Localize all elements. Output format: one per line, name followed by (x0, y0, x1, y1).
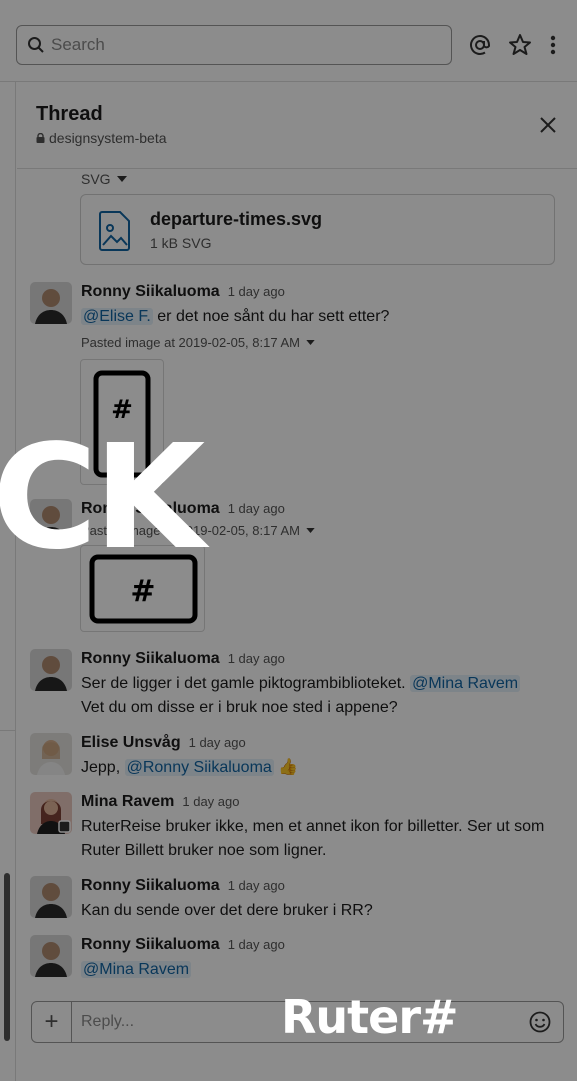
message-time[interactable]: 1 day ago (228, 878, 285, 893)
file-type-text: SVG (81, 171, 111, 187)
avatar[interactable] (30, 876, 72, 918)
top-bar: Search (0, 0, 577, 82)
message-time[interactable]: 1 day ago (228, 937, 285, 952)
thread-panel: Thread designsystem-beta SVG departure-t… (17, 82, 577, 1081)
message-author[interactable]: Ronny Siikaluoma 1 day ago (81, 650, 285, 668)
overlay-text: CK (0, 413, 205, 581)
message-author[interactable]: Ronny Siikaluoma 1 day ago (81, 283, 285, 301)
message-author[interactable]: Mina Ravem 1 day ago (81, 793, 239, 811)
reply-input[interactable]: Reply... (81, 1013, 134, 1031)
search-placeholder: Search (51, 35, 105, 54)
caret-down-icon (116, 176, 127, 182)
search-input[interactable]: Search (16, 25, 452, 65)
thumbs-up-emoji: 👍 (278, 759, 299, 776)
thread-title: Thread (36, 103, 103, 125)
message-time[interactable]: 1 day ago (228, 284, 285, 299)
message-text: RuterReise bruker ikke, men et annet iko… (81, 818, 545, 859)
mention[interactable]: @Elise F. (81, 308, 153, 325)
message-text: Ser de ligger i det gamle piktogrambibli… (81, 675, 521, 716)
message-time[interactable]: 1 day ago (228, 651, 285, 666)
scrollbar[interactable] (4, 873, 10, 1041)
file-name: departure-times.svg (150, 209, 323, 229)
message-text: Kan du sende over det dere bruker i RR? (81, 902, 373, 919)
thread-header: Thread designsystem-beta (17, 82, 577, 169)
message-author[interactable]: Ronny Siikaluoma 1 day ago (81, 936, 285, 954)
image-file-icon (99, 211, 130, 251)
message-text: Jepp, @Ronny Siikaluoma 👍 (81, 759, 299, 776)
mention[interactable]: @Mina Ravem (81, 961, 192, 978)
message-text: @Mina Ravem (81, 958, 561, 982)
search-icon (28, 37, 44, 53)
message-author[interactable]: Ronny Siikaluoma 1 day ago (81, 877, 285, 895)
avatar[interactable] (30, 792, 72, 834)
avatar[interactable] (30, 649, 72, 691)
channel-name: designsystem-beta (49, 130, 167, 146)
mention[interactable]: @Mina Ravem (410, 675, 521, 692)
emoji-icon[interactable] (529, 1011, 551, 1033)
caret-down-icon (306, 340, 315, 345)
avatar[interactable] (30, 282, 72, 324)
file-meta: 1 kB SVG (150, 235, 212, 251)
close-icon[interactable] (537, 114, 559, 136)
more-options-icon[interactable] (540, 32, 566, 58)
file-type-label[interactable]: SVG (81, 171, 127, 187)
mention[interactable]: @Ronny Siikaluoma (124, 759, 274, 776)
star-icon[interactable] (507, 32, 533, 58)
add-attachment-button[interactable]: + (32, 1002, 72, 1042)
brand-watermark: Ruter# (281, 990, 459, 1044)
message-time[interactable]: 1 day ago (182, 794, 239, 809)
caret-down-icon (306, 528, 315, 533)
message-text: @Elise F. er det noe sånt du har sett et… (81, 308, 390, 325)
file-attachment[interactable]: departure-times.svg 1 kB SVG (80, 194, 555, 265)
pasted-image-label[interactable]: Pasted image at 2019-02-05, 8:17 AM (81, 335, 315, 350)
thread-channel[interactable]: designsystem-beta (36, 130, 167, 146)
avatar[interactable] (30, 733, 72, 775)
lock-icon (36, 133, 45, 143)
message-author[interactable]: Elise Unsvåg 1 day ago (81, 734, 246, 752)
message-time[interactable]: 1 day ago (189, 735, 246, 750)
avatar[interactable] (30, 935, 72, 977)
mentions-icon[interactable] (467, 32, 493, 58)
message-time[interactable]: 1 day ago (228, 501, 285, 516)
